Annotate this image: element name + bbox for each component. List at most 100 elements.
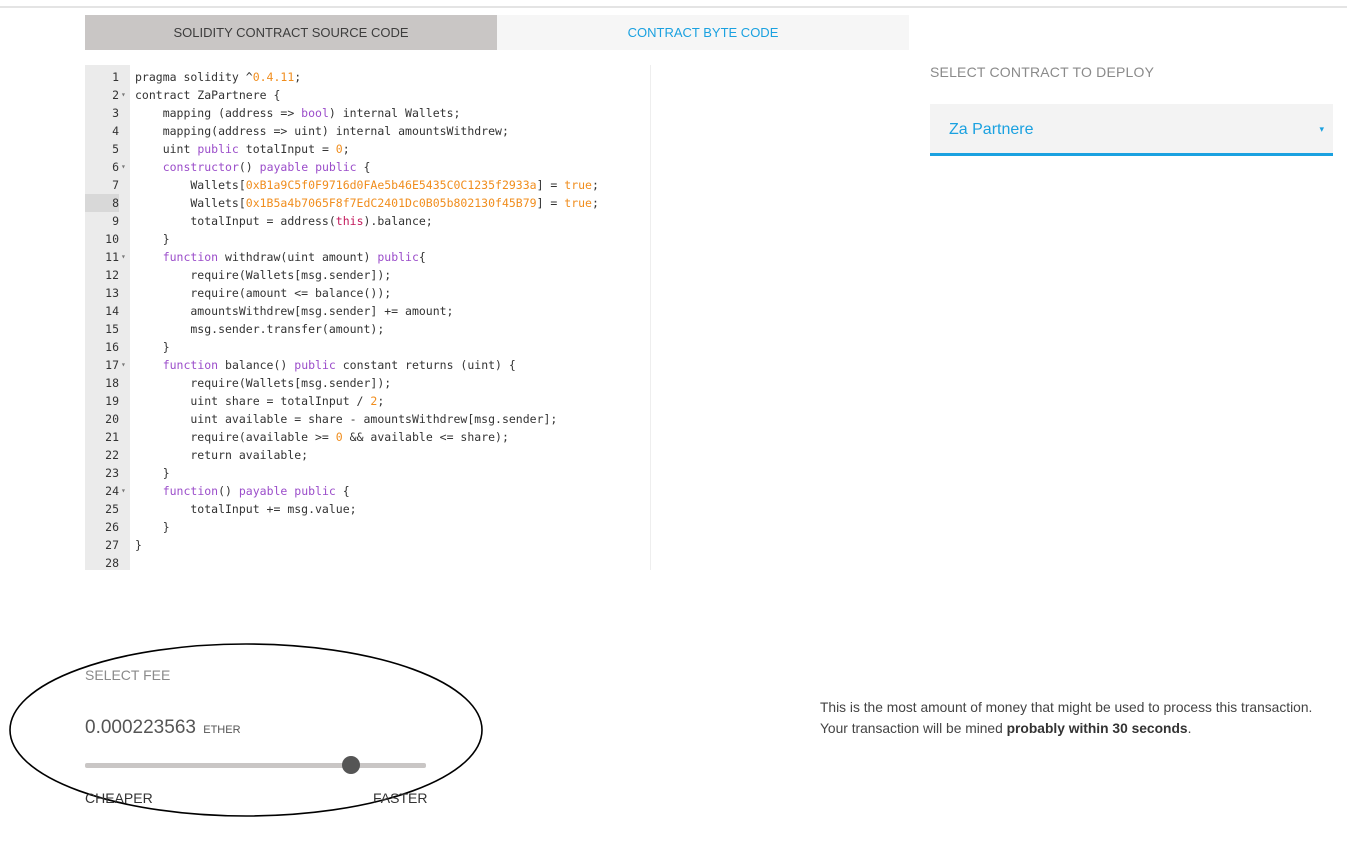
- code-text: pragma solidity ^0.4.11;: [135, 70, 302, 84]
- code-text: require(Wallets[msg.sender]);: [135, 268, 392, 282]
- tab-contract-bytecode[interactable]: CONTRACT BYTE CODE: [497, 15, 909, 50]
- code-line: 2 ▾ contract ZaPartnere {: [85, 86, 650, 104]
- fee-info-suffix: .: [1187, 721, 1192, 736]
- code-line: 15 msg.sender.transfer(amount);: [85, 320, 650, 338]
- line-number: 28: [105, 556, 119, 570]
- code-text: amountsWithdrew[msg.sender] += amount;: [135, 304, 454, 318]
- line-number: 14: [105, 304, 119, 318]
- code-text: uint share = totalInput / 2;: [135, 394, 385, 408]
- line-number: 12: [105, 268, 119, 282]
- code-text: require(Wallets[msg.sender]);: [135, 376, 392, 390]
- fee-info-line2: Your transaction will be mined probably …: [820, 718, 1340, 739]
- line-number: 22: [105, 448, 119, 462]
- code-editor[interactable]: 1 pragma solidity ^0.4.11; 2 ▾ contract ZaPa…: [85, 65, 651, 570]
- code-text: mapping (address => bool) internal Walle…: [135, 106, 461, 120]
- code-text: function withdraw(uint amount) public{: [162, 250, 426, 264]
- code-line: 6 ▾ constructor() payable public {: [85, 158, 650, 176]
- code-text: }: [135, 466, 170, 480]
- code-line: 24 ▾ function() payable public {: [85, 482, 650, 500]
- fee-unit: ETHER: [203, 724, 241, 736]
- select-contract-label: SELECT CONTRACT TO DEPLOY: [930, 64, 1155, 80]
- code-text: }: [135, 232, 170, 246]
- code-text: contract ZaPartnere {: [135, 88, 281, 102]
- line-number: 17: [105, 358, 119, 372]
- code-line: 14 amountsWithdrew[msg.sender] += amount…: [85, 302, 650, 320]
- fold-arrow-icon[interactable]: ▾: [121, 482, 129, 500]
- annotation-ellipse: [9, 643, 483, 817]
- line-number: 4: [112, 124, 119, 138]
- code-text: Wallets[0x1B5a4b7065F8f7EdC2401Dc0B05b80…: [135, 196, 599, 210]
- line-number: 21: [105, 430, 119, 444]
- code-line: 1 pragma solidity ^0.4.11;: [85, 68, 650, 86]
- line-number: 16: [105, 340, 119, 354]
- code-text: constructor() payable public {: [162, 160, 371, 174]
- cheaper-label: CHEAPER: [85, 790, 153, 806]
- code-line: 13 require(amount <= balance());: [85, 284, 650, 302]
- line-number: 9: [112, 214, 119, 228]
- code-text: function() payable public {: [162, 484, 350, 498]
- line-number: 25: [105, 502, 119, 516]
- code-line: 26 }: [85, 518, 650, 536]
- fee-slider-handle[interactable]: [341, 756, 360, 774]
- code-line: 25 totalInput += msg.value;: [85, 500, 650, 518]
- select-fee-label: SELECT FEE: [85, 667, 171, 683]
- line-number: 26: [105, 520, 119, 534]
- code-tabs: SOLIDITY CONTRACT SOURCE CODE CONTRACT B…: [85, 15, 909, 50]
- code-line: 27}: [85, 536, 650, 554]
- code-line: 9 totalInput = address(this).balance;: [85, 212, 650, 230]
- line-number: 5: [112, 142, 119, 156]
- line-number: 13: [105, 286, 119, 300]
- code-line: 23 }: [85, 464, 650, 482]
- code-text: }: [135, 520, 170, 534]
- fold-arrow-icon[interactable]: ▾: [121, 158, 129, 176]
- code-line: 22 return available;: [85, 446, 650, 464]
- code-text: mapping(address => uint) internal amount…: [135, 124, 509, 138]
- code-line: 21 require(available >= 0 && available <…: [85, 428, 650, 446]
- code-line: 16 }: [85, 338, 650, 356]
- fee-info-prefix: Your transaction will be mined: [820, 721, 1007, 736]
- code-text: Wallets[0xB1a9C5f0F9716d0FAe5b46E5435C0C…: [135, 178, 599, 192]
- line-number: 8: [85, 194, 119, 212]
- line-number: 11: [105, 250, 119, 264]
- line-number: 19: [105, 394, 119, 408]
- fee-value: 0.000223563: [85, 717, 196, 738]
- fee-slider-track[interactable]: [85, 763, 426, 768]
- code-text: uint public totalInput = 0;: [135, 142, 350, 156]
- code-line: 17 ▾ function balance() public constant r…: [85, 356, 650, 374]
- top-divider: [0, 6, 1347, 8]
- code-text: msg.sender.transfer(amount);: [135, 322, 385, 336]
- line-number: 1: [112, 70, 119, 84]
- code-line: 3 mapping (address => bool) internal Wal…: [85, 104, 650, 122]
- code-line: 20 uint available = share - amountsWithd…: [85, 410, 650, 428]
- code-line: 28: [85, 554, 650, 572]
- code-text: function balance() public constant retur…: [162, 358, 516, 372]
- fold-arrow-icon[interactable]: ▾: [121, 248, 129, 266]
- line-number: 15: [105, 322, 119, 336]
- line-number: 27: [105, 538, 119, 552]
- fold-arrow-icon[interactable]: ▾: [121, 356, 129, 374]
- code-line: 5 uint public totalInput = 0;: [85, 140, 650, 158]
- line-number: 3: [112, 106, 119, 120]
- contract-select[interactable]: Za Partnere ▾: [930, 104, 1333, 156]
- tab-solidity-source[interactable]: SOLIDITY CONTRACT SOURCE CODE: [85, 15, 497, 50]
- fee-amount: 0.000223563 ETHER: [85, 717, 241, 739]
- line-number: 20: [105, 412, 119, 426]
- faster-label: FASTER: [373, 790, 428, 806]
- code-line: 18 require(Wallets[msg.sender]);: [85, 374, 650, 392]
- line-number: 6: [112, 160, 119, 174]
- code-line: 10 }: [85, 230, 650, 248]
- fee-info-line1: This is the most amount of money that mi…: [820, 700, 1313, 715]
- contract-select-value: Za Partnere: [949, 121, 1034, 138]
- code-text: }: [135, 538, 142, 552]
- fee-info-bold: probably within 30 seconds: [1006, 721, 1188, 736]
- line-number: 10: [105, 232, 119, 246]
- code-line: 4 mapping(address => uint) internal amou…: [85, 122, 650, 140]
- line-number: 24: [105, 484, 119, 498]
- code-text: totalInput += msg.value;: [135, 502, 357, 516]
- code-lines: 1 pragma solidity ^0.4.11; 2 ▾ contract ZaPa…: [85, 68, 650, 572]
- line-number: 23: [105, 466, 119, 480]
- chevron-down-icon: ▾: [1319, 124, 1324, 134]
- code-text: uint available = share - amountsWithdrew…: [135, 412, 558, 426]
- code-line: 7 Wallets[0xB1a9C5f0F9716d0FAe5b46E5435C…: [85, 176, 650, 194]
- fold-arrow-icon[interactable]: ▾: [121, 86, 129, 104]
